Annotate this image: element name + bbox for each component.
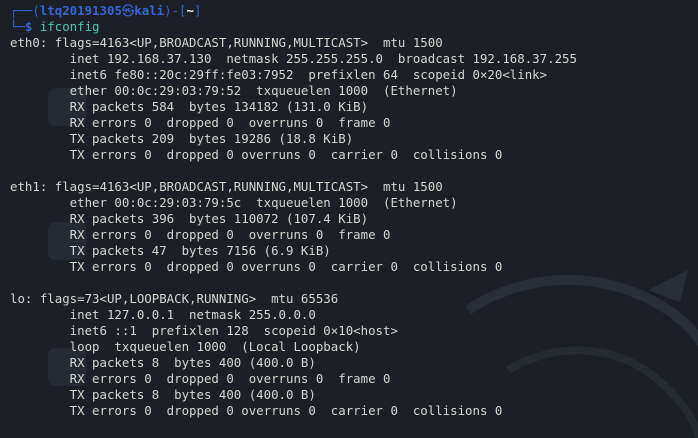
lo-rx-packets-line: RX packets 8 bytes 400 (400.0 B) xyxy=(10,355,316,370)
eth0-header-line: eth0: flags=4163<UP,BROADCAST,RUNNING,MU… xyxy=(10,35,443,50)
eth0-ether-line: ether 00:0c:29:03:79:52 txqueuelen 1000 … xyxy=(10,83,458,98)
prompt-header-line: ┌──(ltq20191305㉿kali)-[~] xyxy=(10,3,202,18)
eth1-header-line: eth1: flags=4163<UP,BROADCAST,RUNNING,MU… xyxy=(10,179,443,194)
eth0-rx-errors-line: RX errors 0 dropped 0 overruns 0 frame 0 xyxy=(10,115,391,130)
lo-tx-errors-line: TX errors 0 dropped 0 overruns 0 carrier… xyxy=(10,403,503,418)
eth0-inet-line: inet 192.168.37.130 netmask 255.255.255.… xyxy=(10,51,577,66)
lo-inet-line: inet 127.0.0.1 netmask 255.0.0.0 xyxy=(10,307,316,322)
prompt-command-line: └─$ ifconfig xyxy=(10,19,100,34)
lo-loop-line: loop txqueuelen 1000 (Local Loopback) xyxy=(10,339,361,354)
eth0-inet6-line: inet6 fe80::20c:29ff:fe03:7952 prefixlen… xyxy=(10,67,548,82)
eth0-tx-errors-line: TX errors 0 dropped 0 overruns 0 carrier… xyxy=(10,147,503,162)
prompt-user: ltq20191305 xyxy=(39,3,122,18)
prompt-path: ~ xyxy=(186,3,194,18)
eth0-rx-packets-line: RX packets 584 bytes 134182 (131.0 KiB) xyxy=(10,99,369,114)
eth1-ether-line: ether 00:0c:29:03:79:5c txqueuelen 1000 … xyxy=(10,195,458,210)
lo-rx-errors-line: RX errors 0 dropped 0 overruns 0 frame 0 xyxy=(10,371,391,386)
command-text: ifconfig xyxy=(39,19,100,34)
eth1-tx-packets-line: TX packets 47 bytes 7156 (6.9 KiB) xyxy=(10,243,331,258)
prompt-host: kali xyxy=(134,3,165,18)
eth1-tx-errors-line: TX errors 0 dropped 0 overruns 0 carrier… xyxy=(10,259,503,274)
terminal-window[interactable]: ┌──(ltq20191305㉿kali)-[~] └─$ ifconfig e… xyxy=(0,0,698,438)
lo-tx-packets-line: TX packets 8 bytes 400 (400.0 B) xyxy=(10,387,316,402)
prompt-dollar-icon: $ xyxy=(24,19,40,34)
lo-inet6-line: inet6 ::1 prefixlen 128 scopeid 0×10<hos… xyxy=(10,323,398,338)
eth1-rx-errors-line: RX errors 0 dropped 0 overruns 0 frame 0 xyxy=(10,227,391,242)
prompt-skull-icon: ㉿ xyxy=(121,3,135,18)
lo-header-line: lo: flags=73<UP,LOOPBACK,RUNNING> mtu 65… xyxy=(10,291,339,306)
eth0-tx-packets-line: TX packets 209 bytes 19286 (18.8 KiB) xyxy=(10,131,354,146)
eth1-rx-packets-line: RX packets 396 bytes 110072 (107.4 KiB) xyxy=(10,211,369,226)
